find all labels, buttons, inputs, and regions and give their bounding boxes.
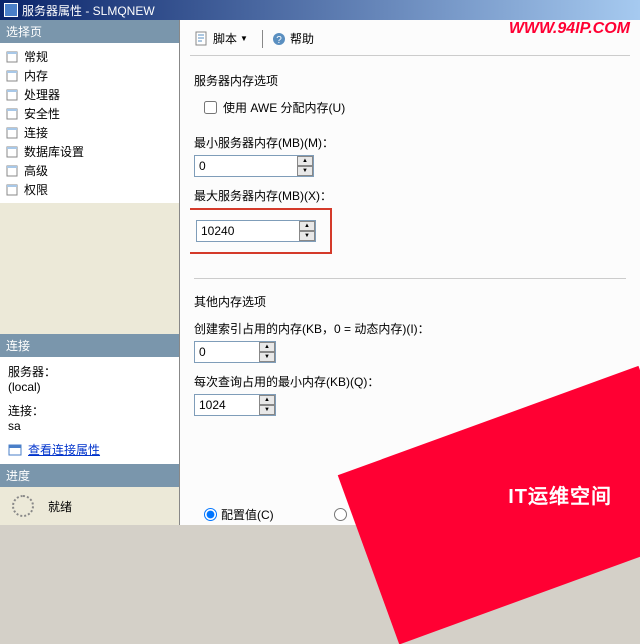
page-icon [6,51,20,63]
spin-up-button[interactable]: ▲ [259,395,275,405]
server-value: (local) [8,380,171,394]
sidebar-item-memory[interactable]: 内存 [2,66,177,85]
page-icon [6,184,20,196]
config-value-radio[interactable] [204,508,217,521]
min-memory-label: 最小服务器内存(MB)(M)： [194,134,626,151]
sidebar-item-database-settings[interactable]: 数据库设置 [2,142,177,161]
index-memory-label: 创建索引占用的内存(KB，0 = 动态内存)(I)： [194,320,626,337]
spin-down-button[interactable]: ▼ [299,231,315,241]
connection-panel: 连接 服务器： (local) 连接： sa 查看连接属性 [0,334,179,464]
help-label: 帮助 [290,30,314,47]
properties-icon [8,443,24,457]
spin-up-button[interactable]: ▲ [259,342,275,352]
page-icon [6,70,20,82]
sidebar: 选择页 常规 内存 处理器 安全性 连接 [0,20,180,525]
min-memory-input[interactable] [194,155,314,177]
sidebar-item-advanced[interactable]: 高级 [2,161,177,180]
sidebar-item-connections[interactable]: 连接 [2,123,177,142]
sidebar-item-label: 安全性 [24,105,60,122]
spin-up-button[interactable]: ▲ [299,221,315,231]
window-title: 服务器属性 - SLMQNEW [22,2,155,19]
highlight-annotation: ▲▼ [190,208,332,254]
page-tree: 常规 内存 处理器 安全性 连接 数据库设置 [0,43,179,203]
svg-text:?: ? [276,35,282,46]
max-memory-input[interactable] [196,220,316,242]
sidebar-item-label: 常规 [24,48,48,65]
help-icon: ? [271,31,287,47]
progress-header: 进度 [0,464,179,487]
spin-down-button[interactable]: ▼ [259,352,275,362]
watermark-url: WWW.94IP.COM [509,20,630,38]
page-icon [6,146,20,158]
sidebar-item-label: 处理器 [24,86,60,103]
sidebar-item-label: 连接 [24,124,48,141]
select-page-header: 选择页 [0,20,179,43]
use-awe-label: 使用 AWE 分配内存(U) [223,99,345,116]
spinner-icon [12,495,34,517]
spin-down-button[interactable]: ▼ [297,166,313,176]
login-label: 连接： [8,402,171,419]
page-icon [6,127,20,139]
connection-header: 连接 [0,334,179,357]
running-value-radio[interactable] [334,508,347,521]
app-icon [4,3,18,17]
section-divider [194,278,626,279]
page-icon [6,108,20,120]
sidebar-item-security[interactable]: 安全性 [2,104,177,123]
max-memory-label: 最大服务器内存(MB)(X)： [194,187,626,204]
sidebar-item-processors[interactable]: 处理器 [2,85,177,104]
sidebar-item-general[interactable]: 常规 [2,47,177,66]
use-awe-checkbox[interactable] [204,101,217,114]
server-label: 服务器： [8,363,171,380]
query-memory-label: 每次查询占用的最小内存(KB)(Q)： [194,373,626,390]
other-memory-title: 其他内存选项 [194,293,626,310]
spin-up-button[interactable]: ▲ [297,156,313,166]
sidebar-item-label: 数据库设置 [24,143,84,160]
config-value-label: 配置值(C) [221,506,274,523]
dropdown-arrow-icon: ▼ [240,34,248,43]
view-connection-properties-link[interactable]: 查看连接属性 [28,441,100,458]
script-button[interactable]: 脚本 ▼ [190,28,252,49]
sidebar-item-label: 高级 [24,162,48,179]
sidebar-item-label: 内存 [24,67,48,84]
watermark-text: IT运维空间 [508,480,612,509]
help-button[interactable]: ? 帮助 [267,28,318,49]
progress-text: 就绪 [48,498,72,515]
script-icon [194,31,210,47]
spin-down-button[interactable]: ▼ [259,405,275,415]
script-label: 脚本 [213,30,237,47]
titlebar: 服务器属性 - SLMQNEW [0,0,640,20]
page-icon [6,165,20,177]
page-icon [6,89,20,101]
sidebar-item-permissions[interactable]: 权限 [2,180,177,199]
progress-panel: 进度 就绪 [0,464,179,525]
sidebar-item-label: 权限 [24,181,48,198]
login-value: sa [8,419,171,433]
server-memory-title: 服务器内存选项 [194,72,626,89]
toolbar-separator [262,30,263,48]
